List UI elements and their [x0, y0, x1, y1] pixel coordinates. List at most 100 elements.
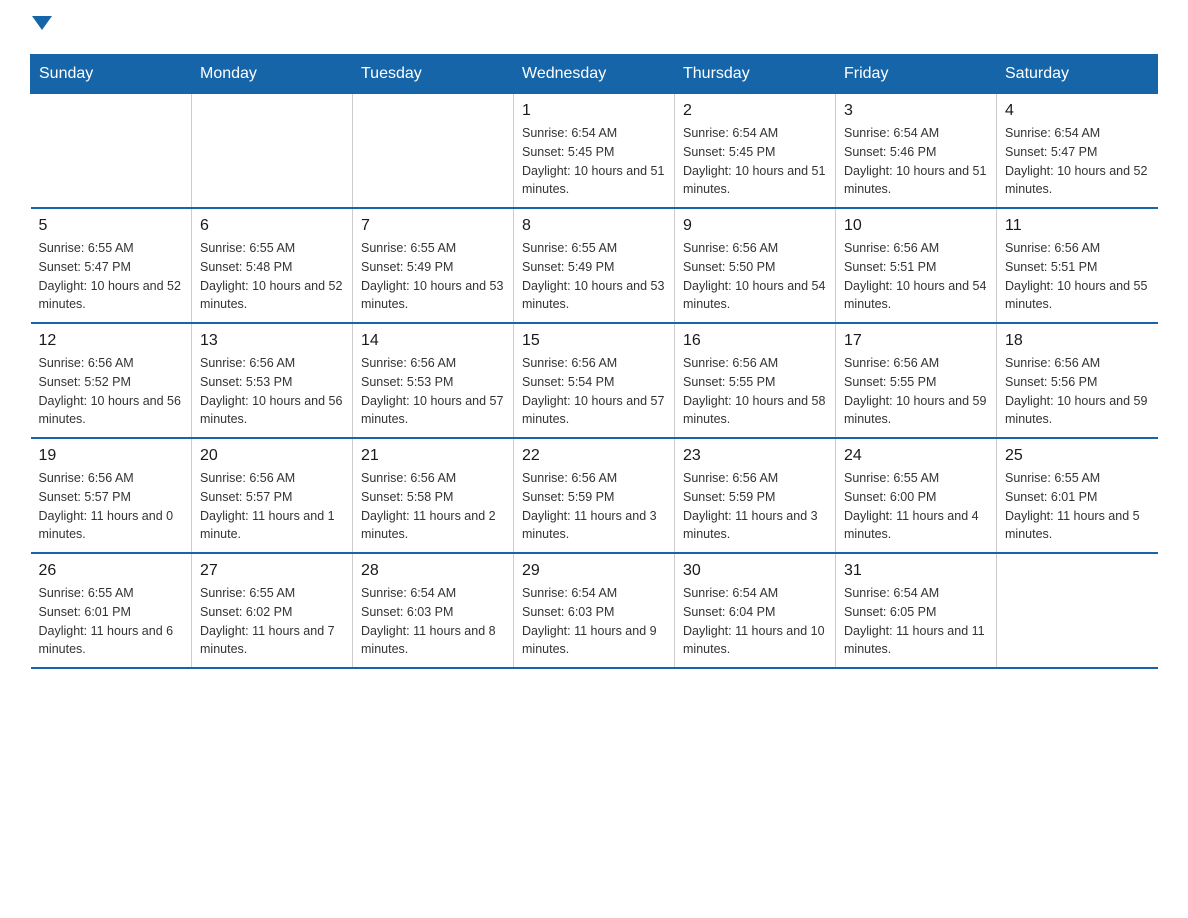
day-info: Sunrise: 6:55 AM Sunset: 6:01 PM Dayligh…	[39, 584, 184, 659]
day-number: 11	[1005, 217, 1150, 235]
day-info: Sunrise: 6:54 AM Sunset: 6:03 PM Dayligh…	[361, 584, 505, 659]
day-info: Sunrise: 6:54 AM Sunset: 6:05 PM Dayligh…	[844, 584, 988, 659]
day-info: Sunrise: 6:56 AM Sunset: 5:57 PM Dayligh…	[200, 469, 344, 544]
day-number: 15	[522, 332, 666, 350]
day-header-wednesday: Wednesday	[514, 55, 675, 94]
logo	[30, 20, 52, 34]
calendar-table: SundayMondayTuesdayWednesdayThursdayFrid…	[30, 54, 1158, 669]
day-number: 3	[844, 102, 988, 120]
day-number: 12	[39, 332, 184, 350]
day-info: Sunrise: 6:56 AM Sunset: 5:50 PM Dayligh…	[683, 239, 827, 314]
day-number: 6	[200, 217, 344, 235]
calendar-day-cell: 20 Sunrise: 6:56 AM Sunset: 5:57 PM Dayli…	[192, 438, 353, 553]
day-number: 22	[522, 447, 666, 465]
day-number: 25	[1005, 447, 1150, 465]
calendar-day-cell: 16 Sunrise: 6:56 AM Sunset: 5:55 PM Dayli…	[675, 323, 836, 438]
calendar-header-row: SundayMondayTuesdayWednesdayThursdayFrid…	[31, 55, 1158, 94]
calendar-day-cell: 12 Sunrise: 6:56 AM Sunset: 5:52 PM Dayli…	[31, 323, 192, 438]
day-number: 16	[683, 332, 827, 350]
day-info: Sunrise: 6:56 AM Sunset: 5:56 PM Dayligh…	[1005, 354, 1150, 429]
day-info: Sunrise: 6:56 AM Sunset: 5:57 PM Dayligh…	[39, 469, 184, 544]
calendar-day-cell: 4Sunrise: 6:54 AM Sunset: 5:47 PM Daylig…	[997, 94, 1158, 209]
day-number: 30	[683, 562, 827, 580]
day-info: Sunrise: 6:55 AM Sunset: 5:49 PM Dayligh…	[522, 239, 666, 314]
day-info: Sunrise: 6:55 AM Sunset: 5:49 PM Dayligh…	[361, 239, 505, 314]
day-info: Sunrise: 6:54 AM Sunset: 5:45 PM Dayligh…	[522, 124, 666, 199]
day-number: 31	[844, 562, 988, 580]
calendar-day-cell: 31 Sunrise: 6:54 AM Sunset: 6:05 PM Dayli…	[836, 553, 997, 668]
day-info: Sunrise: 6:55 AM Sunset: 6:02 PM Dayligh…	[200, 584, 344, 659]
day-number: 28	[361, 562, 505, 580]
day-info: Sunrise: 6:55 AM Sunset: 6:01 PM Dayligh…	[1005, 469, 1150, 544]
day-number: 27	[200, 562, 344, 580]
day-info: Sunrise: 6:54 AM Sunset: 6:03 PM Dayligh…	[522, 584, 666, 659]
day-info: Sunrise: 6:56 AM Sunset: 5:59 PM Dayligh…	[683, 469, 827, 544]
day-number: 23	[683, 447, 827, 465]
day-info: Sunrise: 6:56 AM Sunset: 5:55 PM Dayligh…	[683, 354, 827, 429]
day-info: Sunrise: 6:55 AM Sunset: 5:48 PM Dayligh…	[200, 239, 344, 314]
day-header-tuesday: Tuesday	[353, 55, 514, 94]
day-info: Sunrise: 6:56 AM Sunset: 5:55 PM Dayligh…	[844, 354, 988, 429]
calendar-day-cell: 11 Sunrise: 6:56 AM Sunset: 5:51 PM Dayli…	[997, 208, 1158, 323]
day-header-saturday: Saturday	[997, 55, 1158, 94]
calendar-day-cell: 6 Sunrise: 6:55 AM Sunset: 5:48 PM Daylig…	[192, 208, 353, 323]
day-header-friday: Friday	[836, 55, 997, 94]
day-header-thursday: Thursday	[675, 55, 836, 94]
calendar-day-cell: 7 Sunrise: 6:55 AM Sunset: 5:49 PM Daylig…	[353, 208, 514, 323]
calendar-day-cell: 8 Sunrise: 6:55 AM Sunset: 5:49 PM Daylig…	[514, 208, 675, 323]
day-number: 13	[200, 332, 344, 350]
calendar-day-cell	[997, 553, 1158, 668]
day-number: 19	[39, 447, 184, 465]
day-header-monday: Monday	[192, 55, 353, 94]
calendar-day-cell: 22 Sunrise: 6:56 AM Sunset: 5:59 PM Dayli…	[514, 438, 675, 553]
day-info: Sunrise: 6:55 AM Sunset: 6:00 PM Dayligh…	[844, 469, 988, 544]
calendar-day-cell: 21 Sunrise: 6:56 AM Sunset: 5:58 PM Dayli…	[353, 438, 514, 553]
calendar-week-row: 19 Sunrise: 6:56 AM Sunset: 5:57 PM Dayli…	[31, 438, 1158, 553]
day-number: 8	[522, 217, 666, 235]
calendar-day-cell: 28 Sunrise: 6:54 AM Sunset: 6:03 PM Dayli…	[353, 553, 514, 668]
day-info: Sunrise: 6:56 AM Sunset: 5:59 PM Dayligh…	[522, 469, 666, 544]
day-info: Sunrise: 6:56 AM Sunset: 5:51 PM Dayligh…	[844, 239, 988, 314]
calendar-day-cell: 17 Sunrise: 6:56 AM Sunset: 5:55 PM Dayli…	[836, 323, 997, 438]
calendar-day-cell: 5 Sunrise: 6:55 AM Sunset: 5:47 PM Daylig…	[31, 208, 192, 323]
calendar-day-cell: 27 Sunrise: 6:55 AM Sunset: 6:02 PM Dayli…	[192, 553, 353, 668]
calendar-day-cell: 29Sunrise: 6:54 AM Sunset: 6:03 PM Dayli…	[514, 553, 675, 668]
calendar-day-cell: 1Sunrise: 6:54 AM Sunset: 5:45 PM Daylig…	[514, 94, 675, 209]
calendar-week-row: 12 Sunrise: 6:56 AM Sunset: 5:52 PM Dayli…	[31, 323, 1158, 438]
day-number: 10	[844, 217, 988, 235]
day-number: 20	[200, 447, 344, 465]
day-number: 4	[1005, 102, 1150, 120]
day-info: Sunrise: 6:55 AM Sunset: 5:47 PM Dayligh…	[39, 239, 184, 314]
calendar-day-cell: 26 Sunrise: 6:55 AM Sunset: 6:01 PM Dayli…	[31, 553, 192, 668]
day-info: Sunrise: 6:56 AM Sunset: 5:52 PM Dayligh…	[39, 354, 184, 429]
calendar-day-cell	[353, 94, 514, 209]
calendar-week-row: 1Sunrise: 6:54 AM Sunset: 5:45 PM Daylig…	[31, 94, 1158, 209]
logo-triangle-icon	[32, 16, 52, 30]
day-number: 24	[844, 447, 988, 465]
calendar-day-cell	[31, 94, 192, 209]
calendar-day-cell: 10 Sunrise: 6:56 AM Sunset: 5:51 PM Dayli…	[836, 208, 997, 323]
day-number: 26	[39, 562, 184, 580]
calendar-day-cell: 24 Sunrise: 6:55 AM Sunset: 6:00 PM Dayli…	[836, 438, 997, 553]
day-number: 5	[39, 217, 184, 235]
day-number: 21	[361, 447, 505, 465]
day-number: 17	[844, 332, 988, 350]
day-header-sunday: Sunday	[31, 55, 192, 94]
calendar-day-cell: 9 Sunrise: 6:56 AM Sunset: 5:50 PM Daylig…	[675, 208, 836, 323]
calendar-day-cell: 2 Sunrise: 6:54 AM Sunset: 5:45 PM Daylig…	[675, 94, 836, 209]
day-info: Sunrise: 6:54 AM Sunset: 6:04 PM Dayligh…	[683, 584, 827, 659]
calendar-day-cell: 30 Sunrise: 6:54 AM Sunset: 6:04 PM Dayli…	[675, 553, 836, 668]
calendar-day-cell: 23 Sunrise: 6:56 AM Sunset: 5:59 PM Dayli…	[675, 438, 836, 553]
day-number: 2	[683, 102, 827, 120]
day-info: Sunrise: 6:56 AM Sunset: 5:58 PM Dayligh…	[361, 469, 505, 544]
day-number: 7	[361, 217, 505, 235]
page-header	[30, 20, 1158, 34]
day-info: Sunrise: 6:56 AM Sunset: 5:53 PM Dayligh…	[361, 354, 505, 429]
calendar-day-cell: 13Sunrise: 6:56 AM Sunset: 5:53 PM Dayli…	[192, 323, 353, 438]
day-info: Sunrise: 6:54 AM Sunset: 5:45 PM Dayligh…	[683, 124, 827, 199]
calendar-day-cell: 25 Sunrise: 6:55 AM Sunset: 6:01 PM Dayli…	[997, 438, 1158, 553]
day-info: Sunrise: 6:54 AM Sunset: 5:46 PM Dayligh…	[844, 124, 988, 199]
day-number: 9	[683, 217, 827, 235]
calendar-week-row: 5 Sunrise: 6:55 AM Sunset: 5:47 PM Daylig…	[31, 208, 1158, 323]
day-info: Sunrise: 6:56 AM Sunset: 5:51 PM Dayligh…	[1005, 239, 1150, 314]
